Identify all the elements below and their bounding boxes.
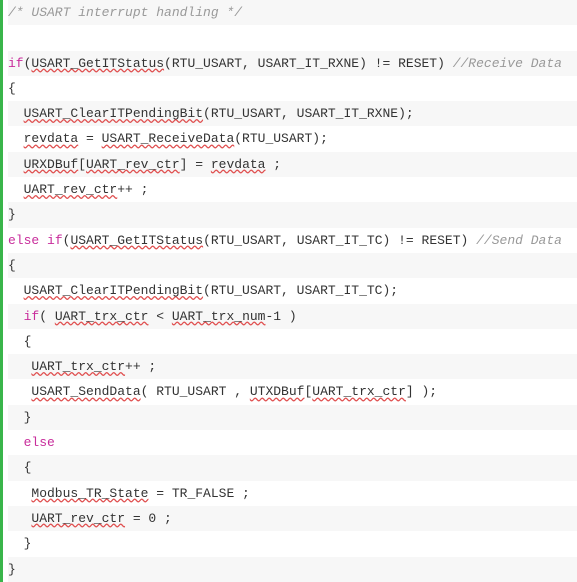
code-token: {	[8, 81, 16, 96]
code-token: }	[8, 207, 16, 222]
code-token: USART_GetITStatus	[31, 56, 164, 71]
code-token: URXDBuf	[24, 157, 79, 172]
code-line: }	[8, 405, 577, 430]
code-token: }	[8, 536, 31, 551]
code-token: UART_rev_ctr	[24, 182, 118, 197]
code-token: = 0 ;	[125, 511, 172, 526]
code-line: Modbus_TR_State = TR_FALSE ;	[8, 481, 577, 506]
code-token: UART_trx_ctr	[31, 359, 125, 374]
code-token	[8, 157, 24, 172]
code-token: //Receive Data	[453, 56, 562, 71]
code-token: if	[24, 309, 40, 324]
code-line: USART_SendData( RTU_USART , UTXDBuf[UART…	[8, 379, 577, 404]
code-token: ++ ;	[125, 359, 156, 374]
code-token: {	[8, 258, 16, 273]
code-token: (RTU_USART, USART_IT_TC);	[203, 283, 398, 298]
code-token: USART_SendData	[31, 384, 140, 399]
code-token: Modbus_TR_State	[31, 486, 148, 501]
code-token: ] =	[180, 157, 211, 172]
code-line: else if(USART_GetITStatus(RTU_USART, USA…	[8, 228, 577, 253]
code-token	[8, 106, 24, 121]
code-token: -1 )	[265, 309, 296, 324]
code-token: (RTU_USART, USART_IT_RXNE) != RESET)	[164, 56, 453, 71]
code-line: USART_ClearITPendingBit(RTU_USART, USART…	[8, 278, 577, 303]
code-token: UART_trx_num	[172, 309, 266, 324]
code-token: ++ ;	[117, 182, 148, 197]
code-token: =	[78, 131, 101, 146]
code-token: USART_ClearITPendingBit	[24, 283, 203, 298]
code-line: /* USART interrupt handling */	[8, 0, 577, 25]
code-token: USART_ReceiveData	[102, 131, 235, 146]
code-block: /* USART interrupt handling */ if(USART_…	[0, 0, 577, 582]
code-token: USART_ClearITPendingBit	[24, 106, 203, 121]
code-line	[8, 25, 577, 50]
code-token: revdata	[24, 131, 79, 146]
code-token: UART_trx_ctr	[55, 309, 149, 324]
code-token: (	[39, 309, 55, 324]
code-token	[8, 435, 24, 450]
code-line: }	[8, 202, 577, 227]
code-token: (RTU_USART);	[234, 131, 328, 146]
code-token: //Send Data	[476, 233, 562, 248]
code-token: (RTU_USART, USART_IT_TC) != RESET)	[203, 233, 476, 248]
code-token: ( RTU_USART ,	[141, 384, 250, 399]
code-token: }	[8, 410, 31, 425]
code-token	[8, 359, 31, 374]
code-line: {	[8, 329, 577, 354]
code-token: (RTU_USART, USART_IT_RXNE);	[203, 106, 414, 121]
code-line: USART_ClearITPendingBit(RTU_USART, USART…	[8, 101, 577, 126]
code-token	[8, 182, 24, 197]
code-token: {	[8, 334, 31, 349]
code-token: /* USART interrupt handling */	[8, 5, 242, 20]
code-token: }	[8, 562, 16, 577]
code-token: UART_trx_ctr	[312, 384, 406, 399]
code-token: UART_rev_ctr	[86, 157, 180, 172]
code-token: <	[148, 309, 171, 324]
code-token	[8, 283, 24, 298]
code-token	[8, 309, 24, 324]
code-token: if	[47, 233, 63, 248]
code-token	[8, 486, 31, 501]
code-line: UART_rev_ctr = 0 ;	[8, 506, 577, 531]
code-token: revdata	[211, 157, 266, 172]
code-line: }	[8, 531, 577, 556]
code-token: {	[8, 460, 31, 475]
code-token: else	[24, 435, 55, 450]
code-token: if	[8, 56, 24, 71]
code-line: }	[8, 557, 577, 582]
code-token: = TR_FALSE ;	[148, 486, 249, 501]
code-token: ] );	[406, 384, 437, 399]
code-line: URXDBuf[UART_rev_ctr] = revdata ;	[8, 152, 577, 177]
code-line: else	[8, 430, 577, 455]
code-line: {	[8, 253, 577, 278]
code-token	[8, 511, 31, 526]
code-token: else	[8, 233, 39, 248]
code-line: revdata = USART_ReceiveData(RTU_USART);	[8, 126, 577, 151]
code-token: ;	[265, 157, 281, 172]
code-token	[39, 233, 47, 248]
code-token: USART_GetITStatus	[70, 233, 203, 248]
code-line: UART_rev_ctr++ ;	[8, 177, 577, 202]
code-line: if( UART_trx_ctr < UART_trx_num-1 )	[8, 304, 577, 329]
code-line: UART_trx_ctr++ ;	[8, 354, 577, 379]
code-token	[8, 384, 31, 399]
code-token: UART_rev_ctr	[31, 511, 125, 526]
code-token: UTXDBuf	[250, 384, 305, 399]
code-token	[8, 131, 24, 146]
code-token: [	[78, 157, 86, 172]
code-line: if(USART_GetITStatus(RTU_USART, USART_IT…	[8, 51, 577, 76]
code-line: {	[8, 76, 577, 101]
code-line: {	[8, 455, 577, 480]
